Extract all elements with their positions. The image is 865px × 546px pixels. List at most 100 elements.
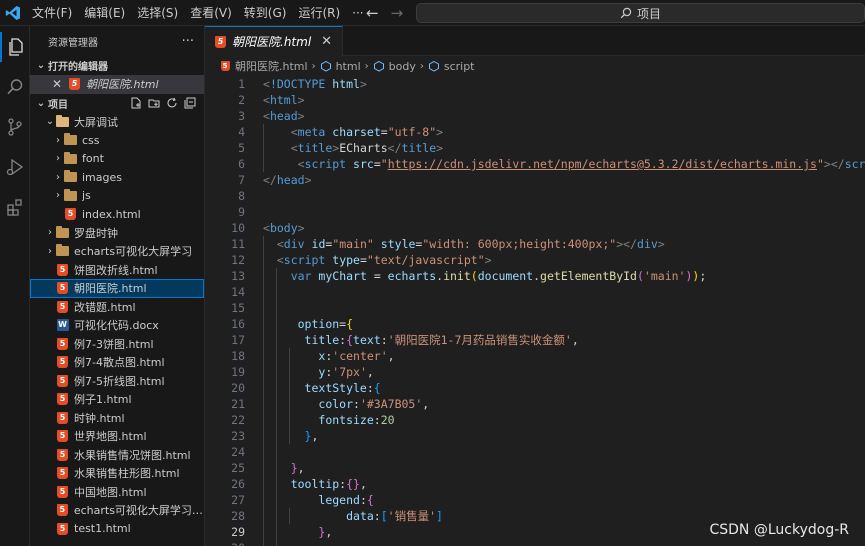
back-arrow-icon[interactable]: ←: [366, 0, 379, 26]
html-file-icon: 5: [56, 485, 69, 498]
source-control-icon[interactable]: [0, 112, 30, 142]
code-token: =: [373, 157, 381, 171]
tree-file[interactable]: 5 饼图改折线.html: [30, 261, 204, 280]
breadcrumb-item[interactable]: html: [336, 60, 361, 73]
code-text: option={: [245, 316, 353, 332]
forward-arrow-icon[interactable]: →: [391, 0, 404, 26]
menu-item[interactable]: 选择(S): [131, 0, 184, 26]
breadcrumb-item[interactable]: 朝阳医院.html: [235, 58, 308, 74]
navigation-arrows: ← →: [366, 0, 403, 26]
extensions-icon[interactable]: [0, 192, 30, 222]
code-editor[interactable]: 1 <!DOCTYPE html> 2 <html> 3 <head> 4 <meta ch…: [205, 76, 865, 546]
line-number: 7: [238, 173, 245, 187]
command-center-search[interactable]: 项目: [416, 3, 865, 23]
tree-file[interactable]: W 可视化代码.docx: [30, 316, 204, 335]
tree-folder[interactable]: › 罗盘时钟: [30, 224, 204, 243]
tree-file[interactable]: 5 水果销售柱形图.html: [30, 464, 204, 483]
menu-item[interactable]: 运行(R): [292, 0, 346, 26]
project-section[interactable]: ⌄ 项目: [30, 94, 204, 113]
code-token: body: [269, 221, 298, 235]
tree-file[interactable]: 5 例子1.html: [30, 390, 204, 409]
explorer-icon[interactable]: [0, 32, 30, 62]
tree-file[interactable]: 5 test1.html: [30, 520, 204, 539]
element-tag-icon: [320, 60, 332, 72]
indent-guide: [263, 332, 264, 348]
tree-item-label: index.html: [82, 207, 141, 221]
code-token: tooltip: [290, 477, 340, 491]
code-token: <: [263, 109, 270, 123]
tree-folder[interactable]: › js: [30, 187, 204, 206]
explorer-more-actions-icon[interactable]: ···: [182, 34, 194, 49]
chevron-right-icon: ›: [56, 134, 60, 146]
chevron-right-icon: ›: [56, 171, 60, 183]
line-number: 3: [238, 109, 245, 123]
editor-tab-active[interactable]: 5 朝阳医院.html ✕: [205, 26, 344, 56]
new-folder-icon[interactable]: [148, 97, 160, 109]
code-token: title: [297, 141, 333, 155]
indent-guide: [276, 444, 277, 460]
code-token: ]: [436, 509, 443, 523]
code-token: >: [436, 125, 444, 139]
tree-file[interactable]: 5 例7-4散点图.html: [30, 353, 204, 372]
breadcrumb-item[interactable]: body: [389, 60, 416, 73]
search-view-icon[interactable]: [0, 72, 30, 102]
tree-folder[interactable]: › css: [30, 131, 204, 150]
tree-file[interactable]: 5 朝阳医院.html: [30, 279, 204, 298]
chevron-right-icon: ›: [56, 190, 60, 202]
new-file-icon[interactable]: [130, 97, 142, 109]
tree-file[interactable]: 5 中国地图.html: [30, 483, 204, 502]
code-token: ,: [366, 365, 374, 379]
title-bar: 文件(F) 编辑(E) 选择(S) 查看(V) 转到(G) 运行(R) ··· ← → 项目: [0, 0, 865, 26]
code-text: <!DOCTYPE html>: [245, 76, 367, 92]
tree-file[interactable]: 5 例7-5折线图.html: [30, 372, 204, 391]
chevron-right-icon: ›: [48, 245, 52, 257]
code-token: (: [470, 269, 478, 283]
code-text: <meta charset="utf-8">: [245, 124, 443, 140]
indent-guide: [276, 396, 277, 412]
tree-file[interactable]: 5 echarts可视化大屏学习....: [30, 501, 204, 520]
collapse-all-icon[interactable]: [184, 97, 196, 109]
chevron-right-icon: ›: [48, 227, 52, 239]
tree-file[interactable]: 5 例7-3饼图.html: [30, 335, 204, 354]
tree-file[interactable]: 5 index.html: [30, 205, 204, 224]
code-token: color: [318, 397, 354, 411]
code-token: ></: [823, 157, 845, 171]
indent-guide: [263, 156, 264, 172]
indent-guide: [276, 284, 277, 300]
open-editors-section[interactable]: ⌄ 打开的编辑器: [30, 56, 204, 75]
close-icon[interactable]: ✕: [52, 77, 64, 91]
menu-item[interactable]: 转到(G): [238, 0, 293, 26]
tree-folder[interactable]: › font: [30, 150, 204, 169]
menu-item[interactable]: 查看(V): [184, 0, 238, 26]
menu-item[interactable]: 编辑(E): [78, 0, 131, 26]
menu-item[interactable]: 文件(F): [26, 0, 78, 26]
tree-folder[interactable]: › images: [30, 168, 204, 187]
run-debug-icon[interactable]: [0, 152, 30, 182]
code-token: =: [380, 125, 388, 139]
code-token: meta: [297, 125, 326, 139]
refresh-icon[interactable]: [166, 97, 178, 109]
html-file-icon: 5: [56, 282, 69, 295]
close-tab-icon[interactable]: ✕: [321, 34, 332, 49]
tree-folder[interactable]: › echarts可视化大屏学习: [30, 242, 204, 261]
code-token: script: [304, 157, 347, 171]
indent-guide: [276, 300, 277, 316]
tree-file[interactable]: 5 水果销售情况饼图.html: [30, 446, 204, 465]
code-token: {: [366, 493, 374, 507]
tree-file[interactable]: 5 世界地图.html: [30, 427, 204, 446]
open-editor-item[interactable]: ✕ 5 朝阳医院.html: [30, 75, 204, 94]
breadcrumb-item[interactable]: script: [444, 60, 475, 73]
indent-guide: [276, 460, 277, 476]
code-text: },: [245, 460, 305, 476]
indent-guide: [263, 412, 264, 428]
tree-file[interactable]: 5 改错题.html: [30, 298, 204, 317]
line-number: 15: [231, 301, 245, 315]
line-number: 10: [231, 221, 245, 235]
tree-folder[interactable]: ⌄ 大屏调试: [30, 113, 204, 132]
explorer-header: 资源管理器 ···: [30, 26, 204, 56]
tree-file[interactable]: 5 时钟.html: [30, 409, 204, 428]
html-file-icon: 5: [56, 411, 69, 424]
